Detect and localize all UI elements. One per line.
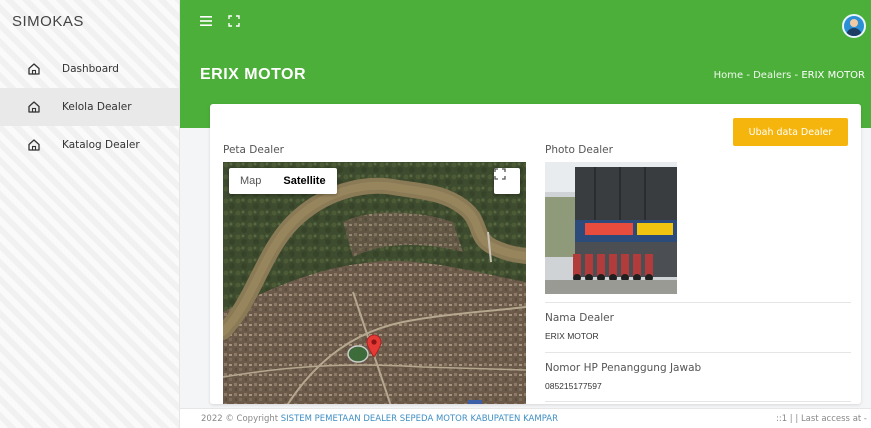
contact-phone-value: 085215177597 xyxy=(545,381,602,391)
map-type-toggle: Map Satellite xyxy=(229,168,337,194)
breadcrumb-separator: - xyxy=(794,70,799,81)
copyright-link[interactable]: SISTEM PEMETAAN DEALER SEPEDA MOTOR KABU… xyxy=(281,414,558,424)
sidebar-item-label: Kelola Dealer xyxy=(62,101,132,113)
dealer-name-label: Nama Dealer xyxy=(545,312,614,324)
dealer-storefront-image xyxy=(545,162,677,294)
app-brand[interactable]: SIMOKAS xyxy=(0,0,179,50)
breadcrumb-dealers[interactable]: Dealers xyxy=(753,70,791,81)
fullscreen-icon xyxy=(494,168,506,180)
hamburger-icon[interactable] xyxy=(200,12,214,31)
sidebar: SIMOKAS Dashboard Kelola Dealer Katalog … xyxy=(0,0,180,428)
sidebar-item-label: Katalog Dealer xyxy=(62,139,140,151)
map-tab-satellite[interactable]: Satellite xyxy=(272,168,336,194)
user-avatar-icon[interactable] xyxy=(842,14,866,38)
page-footer: 2022 © Copyright SISTEM PEMETAAN DEALER … xyxy=(180,408,871,428)
breadcrumb: Home - Dealers - ERIX MOTOR xyxy=(714,70,865,81)
footer-copyright: 2022 © Copyright SISTEM PEMETAAN DEALER … xyxy=(201,414,558,424)
home-icon xyxy=(26,99,42,115)
copyright-prefix: 2022 © Copyright xyxy=(201,414,279,424)
sidebar-item-label: Dashboard xyxy=(62,63,119,75)
breadcrumb-home[interactable]: Home xyxy=(714,70,744,81)
dealer-detail-card: Ubah data Dealer Peta Dealer Photo Deale… xyxy=(210,104,861,404)
dealer-map[interactable]: Map Satellite xyxy=(223,162,526,404)
sidebar-item-dashboard[interactable]: Dashboard xyxy=(0,50,179,88)
last-access-info: ::1 | | Last access at - xyxy=(775,414,867,424)
breadcrumb-current: ERIX MOTOR xyxy=(801,70,865,81)
sidebar-item-kelola-dealer[interactable]: Kelola Dealer xyxy=(0,88,179,126)
dealer-photo xyxy=(545,162,677,294)
home-icon xyxy=(26,61,42,77)
expand-icon[interactable] xyxy=(228,12,240,31)
divider xyxy=(545,302,851,303)
map-section-label: Peta Dealer xyxy=(223,144,284,156)
contact-phone-label: Nomor HP Penanggung Jawab xyxy=(545,362,702,374)
home-icon xyxy=(26,137,42,153)
page-title: ERIX MOTOR xyxy=(200,66,307,83)
divider xyxy=(545,401,851,402)
map-tab-map[interactable]: Map xyxy=(229,168,272,194)
dealer-name-value: ERIX MOTOR xyxy=(545,331,599,341)
breadcrumb-separator: - xyxy=(746,70,750,81)
satellite-imagery xyxy=(223,162,526,404)
photo-section-label: Photo Dealer xyxy=(545,144,613,156)
map-fullscreen-button[interactable] xyxy=(494,168,520,194)
sidebar-item-katalog-dealer[interactable]: Katalog Dealer xyxy=(0,126,179,164)
divider xyxy=(545,352,851,353)
map-pin-icon[interactable] xyxy=(366,334,382,358)
edit-dealer-button[interactable]: Ubah data Dealer xyxy=(733,118,848,146)
